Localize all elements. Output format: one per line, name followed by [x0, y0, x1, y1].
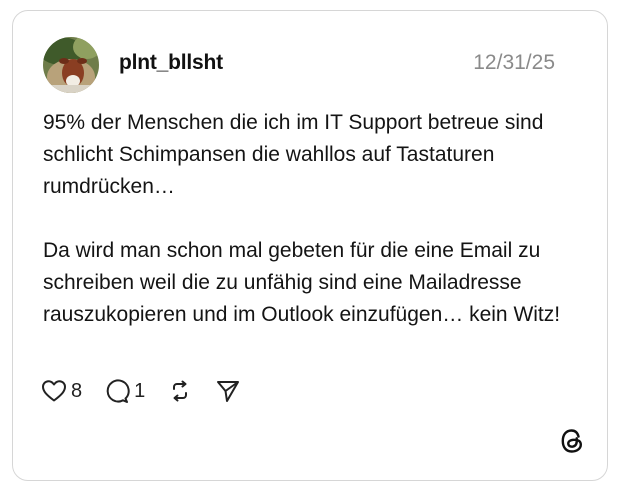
avatar[interactable] — [43, 37, 99, 93]
post-body: 95% der Menschen die ich im IT Support b… — [43, 107, 583, 331]
username[interactable]: plnt_bllsht — [119, 51, 223, 75]
post-card: plnt_bllsht 12/31/25 95% der Menschen di… — [12, 10, 608, 481]
repost-icon — [167, 379, 193, 403]
comment-icon — [104, 379, 130, 403]
post-actions: 8 1 — [41, 377, 263, 405]
threads-logo-icon — [560, 428, 584, 454]
post-paragraph: 95% der Menschen die ich im IT Support b… — [43, 111, 550, 198]
reply-button[interactable]: 1 — [104, 379, 145, 403]
reply-count: 1 — [134, 379, 146, 402]
share-button[interactable] — [215, 379, 241, 403]
like-button[interactable]: 8 — [41, 379, 82, 403]
post-paragraph: Da wird man schon mal gebeten für die ei… — [43, 239, 561, 326]
post-timestamp: 12/31/25 — [473, 51, 555, 74]
repost-button[interactable] — [167, 379, 193, 403]
heart-icon — [41, 379, 67, 403]
send-icon — [215, 379, 241, 403]
like-count: 8 — [71, 379, 83, 402]
